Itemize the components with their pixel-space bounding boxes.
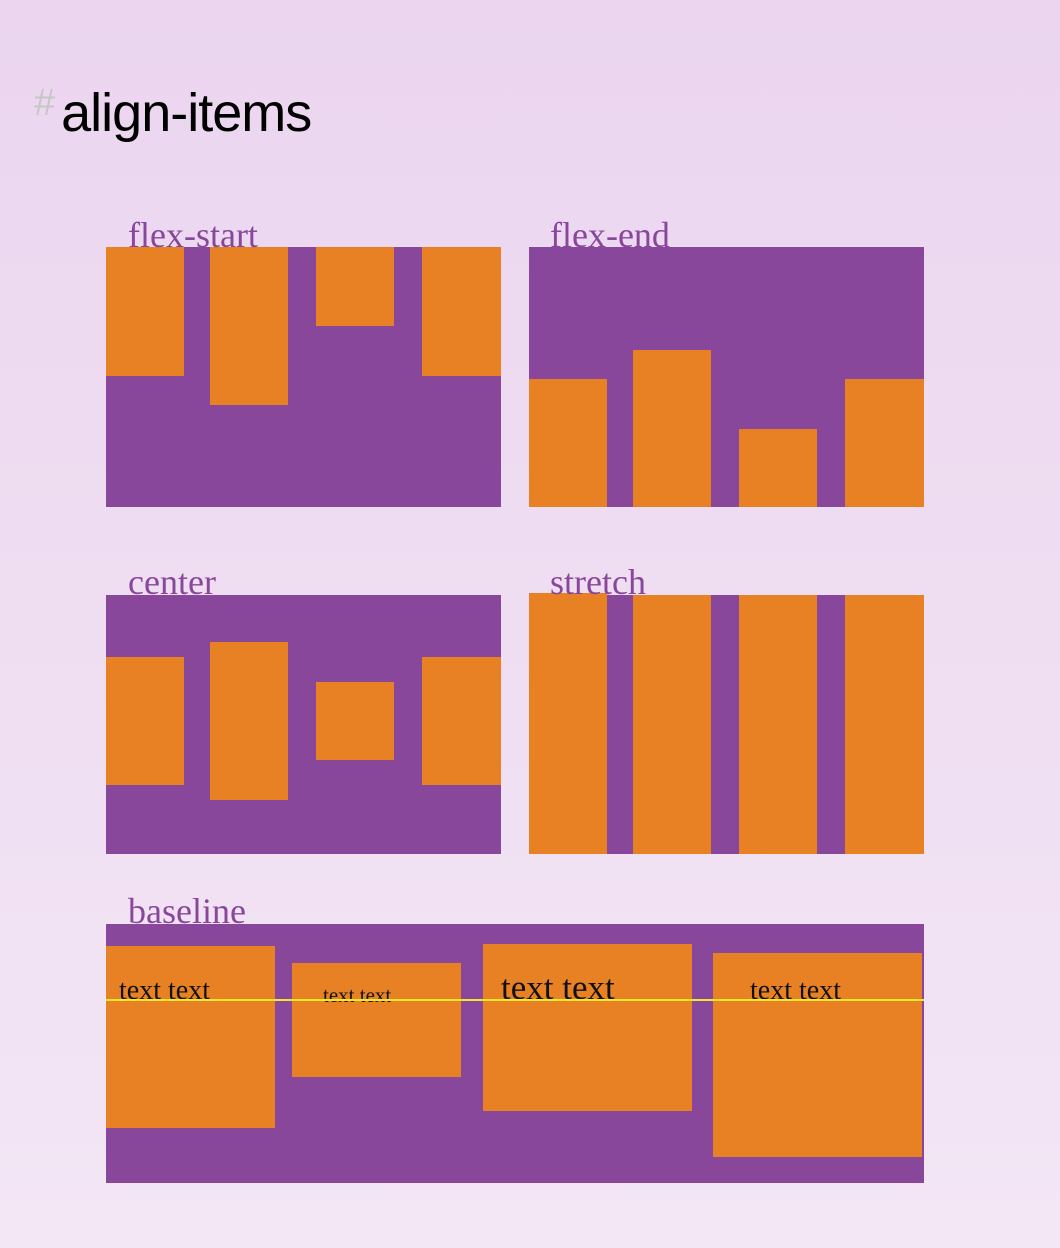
flex-item bbox=[210, 247, 288, 405]
baseline-item bbox=[292, 963, 461, 1077]
panel-center bbox=[106, 595, 501, 854]
flex-item bbox=[633, 350, 711, 507]
flex-item bbox=[633, 595, 711, 854]
baseline-item bbox=[106, 946, 275, 1128]
flex-item bbox=[106, 657, 184, 785]
flex-item bbox=[739, 429, 817, 507]
flex-item bbox=[529, 593, 607, 854]
flex-item bbox=[316, 247, 394, 326]
flex-item bbox=[845, 379, 924, 507]
flex-item bbox=[210, 642, 288, 800]
label-stretch: stretch bbox=[550, 562, 646, 602]
baseline-guide-line bbox=[106, 999, 924, 1001]
label-center: center bbox=[128, 562, 216, 602]
flex-item bbox=[739, 595, 817, 854]
page-title: # align-items bbox=[34, 82, 312, 144]
flex-item bbox=[106, 247, 184, 376]
panel-flex-end bbox=[529, 247, 924, 507]
label-baseline: baseline bbox=[128, 891, 246, 931]
flex-item bbox=[316, 682, 394, 760]
label-flex-end: flex-end bbox=[550, 215, 670, 255]
flex-item bbox=[422, 247, 501, 376]
flex-item bbox=[422, 657, 501, 785]
label-flex-start: flex-start bbox=[128, 215, 258, 255]
flex-item bbox=[529, 379, 607, 507]
baseline-item-text: text text bbox=[323, 983, 392, 1007]
anchor-hash[interactable]: # bbox=[34, 82, 55, 124]
flex-item bbox=[845, 595, 924, 854]
title-text: align-items bbox=[61, 83, 312, 143]
panel-stretch bbox=[529, 593, 924, 854]
panel-flex-start bbox=[106, 247, 501, 507]
